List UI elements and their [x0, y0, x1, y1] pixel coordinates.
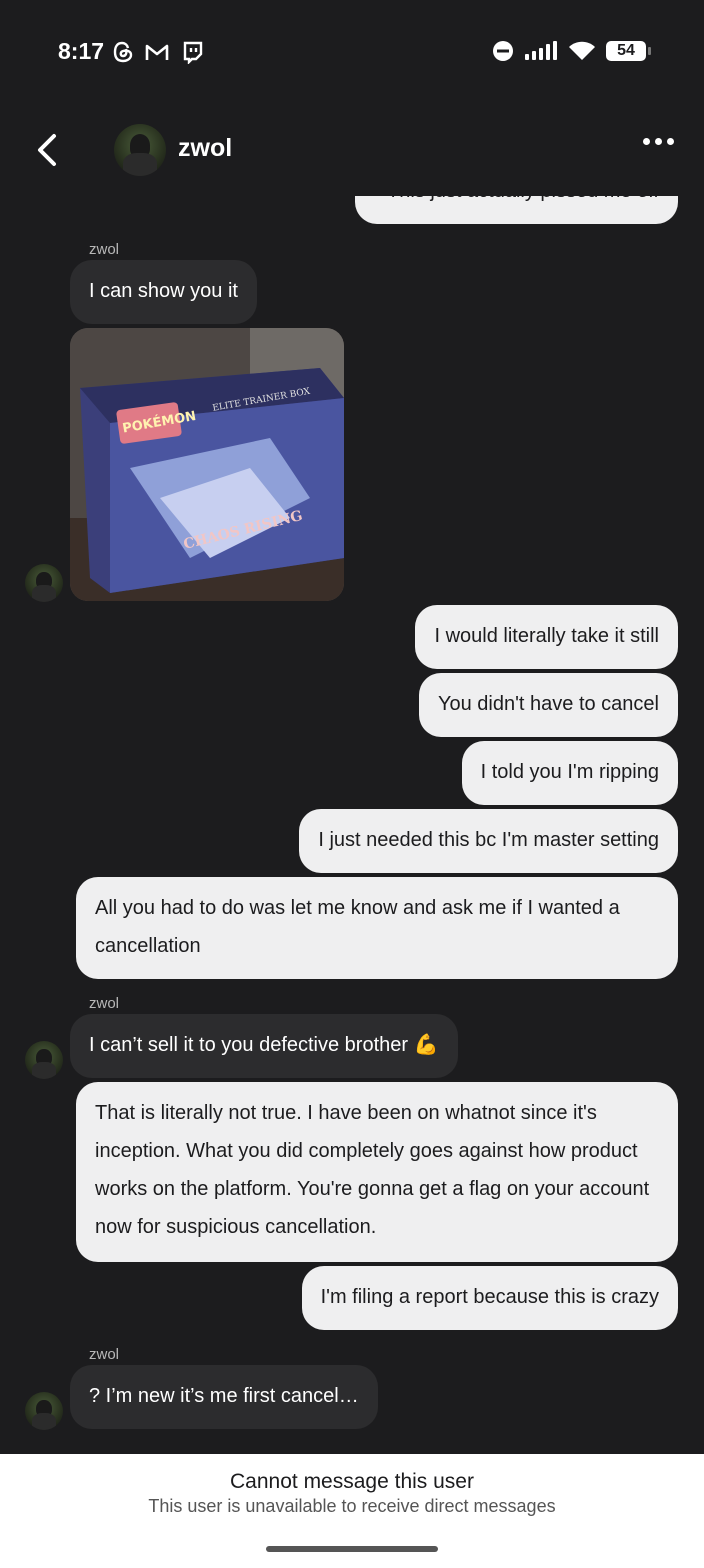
message-outgoing[interactable]: All you had to do was let me know and as…	[76, 877, 678, 979]
twitch-icon	[183, 41, 203, 64]
product-box-image: POKÉMON ELITE TRAINER BOX CHAOS RISING	[70, 328, 344, 601]
notification-icons	[112, 40, 204, 64]
banner-title: Cannot message this user	[230, 1470, 474, 1493]
more-options-icon[interactable]	[643, 138, 674, 145]
message-outgoing[interactable]: This just actually pissed me off	[355, 196, 678, 224]
sender-name: zwol	[89, 995, 120, 1012]
message-disabled-banner: Cannot message this user This user is un…	[0, 1454, 704, 1568]
banner-subtitle: This user is unavailable to receive dire…	[148, 1496, 556, 1516]
message-list[interactable]: This just actually pissed me off zwol I …	[0, 196, 704, 1454]
back-arrow-icon[interactable]	[28, 130, 64, 170]
message-photo[interactable]: POKÉMON ELITE TRAINER BOX CHAOS RISING	[70, 328, 344, 601]
gmail-icon	[145, 44, 169, 60]
contact-avatar-small[interactable]	[25, 1392, 63, 1430]
signal-icon	[525, 41, 557, 60]
message-outgoing[interactable]: You didn't have to cancel	[418, 673, 678, 737]
message-incoming[interactable]: I can show you it	[70, 260, 257, 324]
battery-icon: 54	[606, 41, 651, 61]
threads-icon	[113, 41, 133, 63]
message-incoming[interactable]: I can’t sell it to you defective brother…	[70, 1014, 458, 1078]
contact-avatar-small[interactable]	[25, 1041, 63, 1079]
message-outgoing[interactable]: That is literally not true. I have been …	[76, 1082, 678, 1262]
wifi-icon	[569, 41, 595, 60]
contact-name[interactable]: zwol	[178, 134, 232, 163]
sender-name: zwol	[89, 1346, 120, 1363]
message-outgoing[interactable]: I told you I'm ripping	[461, 741, 678, 805]
message-outgoing[interactable]: I'm filing a report because this is craz…	[301, 1266, 678, 1330]
contact-avatar[interactable]	[114, 124, 166, 176]
message-outgoing[interactable]: I would literally take it still	[415, 605, 678, 669]
contact-avatar-small[interactable]	[25, 564, 63, 602]
message-outgoing[interactable]: I just needed this bc I'm master setting	[299, 809, 678, 873]
sender-name: zwol	[89, 241, 120, 258]
system-icons: 54	[492, 40, 651, 62]
home-indicator[interactable]	[266, 1546, 438, 1552]
status-bar: 8:17 54	[0, 0, 704, 100]
status-time: 8:17	[58, 38, 105, 64]
message-incoming[interactable]: ? I’m new it’s me first cancel…	[70, 1365, 378, 1429]
chat-header: zwol	[0, 100, 704, 196]
do-not-disturb-icon	[493, 41, 513, 61]
